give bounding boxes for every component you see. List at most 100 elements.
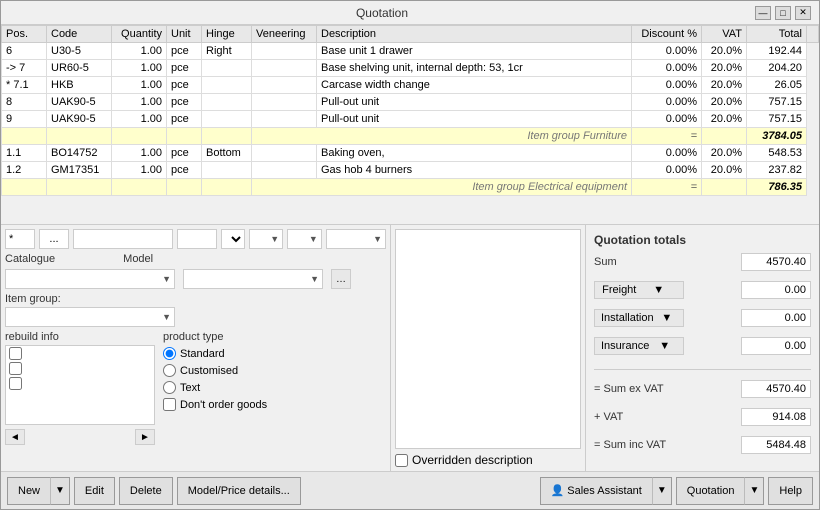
rebuild-check-2[interactable] <box>9 362 22 375</box>
totals-panel: Quotation totals Sum 4570.40 Freight ▼ 0… <box>586 225 819 471</box>
product-type-label: product type <box>163 331 267 343</box>
quotation-arrow[interactable]: ▼ <box>744 477 764 505</box>
radio-standard-input[interactable] <box>163 347 176 360</box>
description-panel: Overridden description <box>391 225 586 471</box>
pos-input[interactable] <box>5 229 35 249</box>
sum-ex-vat-label: = Sum ex VAT <box>594 383 674 395</box>
model-extra-button[interactable]: … <box>331 269 351 289</box>
freight-row: Freight ▼ 0.00 <box>594 281 811 299</box>
col-total: Total <box>747 26 807 43</box>
desc-dropdown[interactable]: ▼ <box>326 229 386 249</box>
sales-assistant-button[interactable]: 👤 Sales Assistant <box>540 477 652 505</box>
installation-button[interactable]: Installation ▼ <box>594 309 684 327</box>
table-row[interactable]: 1.1 BO14752 1.00 pce Bottom Baking oven,… <box>2 145 819 162</box>
col-discount: Discount % <box>632 26 702 43</box>
rebuild-checkbox-1 <box>6 346 154 361</box>
sales-assistant-arrow[interactable]: ▼ <box>652 477 672 505</box>
rebuild-section: rebuild info <box>5 331 155 445</box>
new-button-arrow[interactable]: ▼ <box>50 477 70 505</box>
dont-order-checkbox[interactable] <box>163 398 176 411</box>
freight-button[interactable]: Freight ▼ <box>594 281 684 299</box>
rebuild-list <box>5 345 155 425</box>
veneer-dropdown[interactable]: ▼ <box>287 229 322 249</box>
quantity-input[interactable] <box>177 229 217 249</box>
sum-row: Sum 4570.40 <box>594 253 811 271</box>
installation-value: 0.00 <box>741 309 811 327</box>
person-icon: 👤 <box>551 485 565 497</box>
hinge-dropdown[interactable]: ▼ <box>249 229 284 249</box>
radio-text-input[interactable] <box>163 381 176 394</box>
main-window: Quotation — □ ✕ Pos. Code Quantity Unit … <box>0 0 820 510</box>
rebuild-checkbox-3 <box>6 376 154 391</box>
col-veneering: Veneering <box>252 26 317 43</box>
minimize-button[interactable]: — <box>755 6 771 20</box>
description-textarea[interactable] <box>395 229 581 449</box>
edit-button[interactable]: Edit <box>74 477 115 505</box>
rebuild-nav: ◄ ► <box>5 429 155 445</box>
table-row[interactable]: 9 UAK90-5 1.00 pce Pull-out unit 0.00% 2… <box>2 111 819 128</box>
sales-assistant-split: 👤 Sales Assistant ▼ <box>540 477 672 505</box>
divider <box>594 369 811 370</box>
freight-value: 0.00 <box>741 281 811 299</box>
insurance-value: 0.00 <box>741 337 811 355</box>
dots-input[interactable] <box>39 229 69 249</box>
sum-label: Sum <box>594 256 674 268</box>
vat-row: + VAT 914.08 <box>594 408 811 426</box>
rebuild-product-row: rebuild info <box>5 331 386 445</box>
radio-standard: Standard <box>163 347 267 360</box>
sales-assistant-label: Sales Assistant <box>567 485 642 497</box>
vat-label: + VAT <box>594 411 674 423</box>
catalogue-row: Catalogue Model <box>5 253 386 265</box>
itemgroup-dropdown[interactable]: ▼ <box>5 307 175 327</box>
sum-inc-vat-label: = Sum inc VAT <box>594 439 674 451</box>
table-row[interactable]: 1.2 GM17351 1.00 pce Gas hob 4 burners 0… <box>2 162 819 179</box>
dont-order-option: Don't order goods <box>163 398 267 411</box>
table-row[interactable]: 6 U30-5 1.00 pce Right Base unit 1 drawe… <box>2 43 819 60</box>
model-dropdown[interactable]: ▼ <box>183 269 323 289</box>
catalogue-dropdowns-row: ▼ ▼ … <box>5 269 386 289</box>
table-row-group: Item group Electrical equipment = 786.35 <box>2 179 819 196</box>
rebuild-checkbox-2 <box>6 361 154 376</box>
rebuild-check-3[interactable] <box>9 377 22 390</box>
bottom-toolbar: New ▼ Edit Delete Model/Price details...… <box>1 471 819 509</box>
radio-customised-label: Customised <box>180 365 238 377</box>
dont-order-label: Don't order goods <box>180 399 267 411</box>
rebuild-check-1[interactable] <box>9 347 22 360</box>
help-button[interactable]: Help <box>768 477 813 505</box>
item-inputs-row: ▼ ▼ ▼ <box>5 229 386 249</box>
vat-value: 914.08 <box>741 408 811 426</box>
radio-customised: Customised <box>163 364 267 377</box>
title-bar: Quotation — □ ✕ <box>1 1 819 25</box>
model-price-button[interactable]: Model/Price details... <box>177 477 301 505</box>
quotation-split: Quotation ▼ <box>676 477 765 505</box>
overridden-checkbox[interactable] <box>395 454 408 467</box>
code-input[interactable] <box>73 229 173 249</box>
table-row[interactable]: -> 7 UR60-5 1.00 pce Base shelving unit,… <box>2 60 819 77</box>
radio-text-label: Text <box>180 382 200 394</box>
main-content: ▼ ▼ ▼ Catalogue Model ▼ <box>1 225 819 471</box>
window-title: Quotation <box>9 6 755 20</box>
sum-ex-vat-row: = Sum ex VAT 4570.40 <box>594 380 811 398</box>
catalogue-dropdown[interactable]: ▼ <box>5 269 175 289</box>
close-button[interactable]: ✕ <box>795 6 811 20</box>
sum-value: 4570.40 <box>741 253 811 271</box>
window-controls: — □ ✕ <box>755 6 811 20</box>
rebuild-prev-button[interactable]: ◄ <box>5 429 25 445</box>
itemgroup-label: Item group: <box>5 293 386 305</box>
table-row[interactable]: * 7.1 HKB 1.00 pce Carcase width change … <box>2 77 819 94</box>
product-type-section: product type Standard Customised Text <box>163 331 267 445</box>
catalogue-label: Catalogue <box>5 253 55 265</box>
radio-customised-input[interactable] <box>163 364 176 377</box>
insurance-row: Insurance ▼ 0.00 <box>594 337 811 355</box>
quotation-button[interactable]: Quotation <box>676 477 745 505</box>
insurance-button[interactable]: Insurance ▼ <box>594 337 684 355</box>
rebuild-next-button[interactable]: ► <box>135 429 155 445</box>
table-row[interactable]: 8 UAK90-5 1.00 pce Pull-out unit 0.00% 2… <box>2 94 819 111</box>
col-quantity: Quantity <box>112 26 167 43</box>
new-button[interactable]: New <box>7 477 50 505</box>
col-vat: VAT <box>702 26 747 43</box>
rebuild-label: rebuild info <box>5 331 155 343</box>
unit-select[interactable] <box>221 229 245 249</box>
delete-button[interactable]: Delete <box>119 477 173 505</box>
maximize-button[interactable]: □ <box>775 6 791 20</box>
